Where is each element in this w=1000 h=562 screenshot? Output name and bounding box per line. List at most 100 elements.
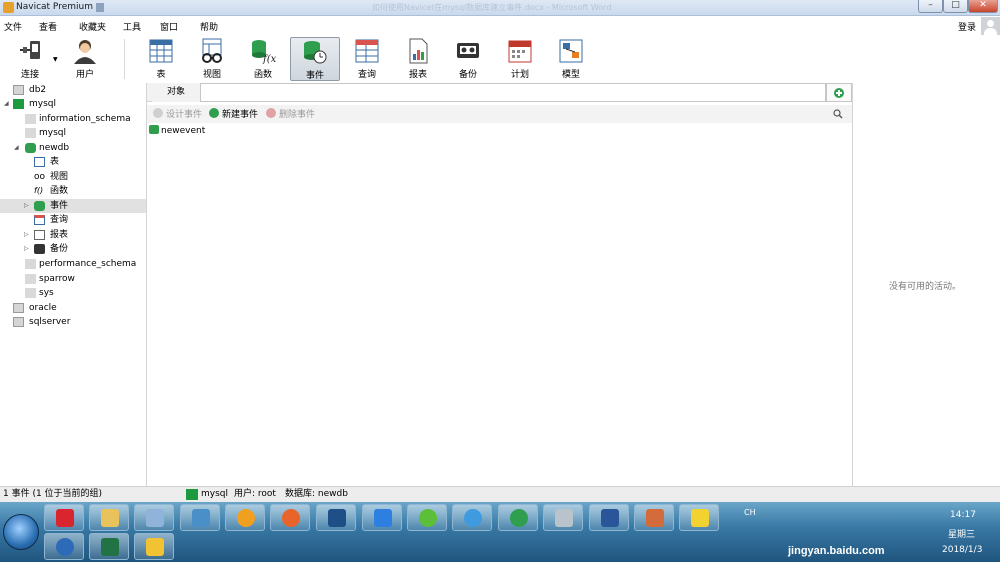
taskbar-app-folder[interactable] — [134, 533, 174, 560]
taskbar-app-refresh[interactable] — [407, 504, 447, 531]
chevron-down-icon[interactable]: ▼ — [53, 56, 58, 63]
report-icon — [34, 230, 45, 240]
background-window-title: 如何使用Navicat在mysql数据库建立事件.docx - Microsof… — [372, 3, 612, 12]
menu-view[interactable]: 查看 — [39, 20, 57, 33]
report-button[interactable]: 报表 — [393, 37, 443, 81]
close-button[interactable]: ✕ — [968, 0, 998, 13]
new-tab-button[interactable] — [826, 83, 852, 102]
oracle-connection-icon — [13, 303, 24, 313]
add-icon — [834, 88, 844, 98]
database-icon — [25, 259, 36, 269]
database-icon — [25, 128, 36, 138]
collapse-triangle-icon[interactable]: ▷ — [24, 228, 29, 242]
tree-item-sys[interactable]: sys — [0, 286, 146, 300]
tree-item-backups[interactable]: ▷ 备份 — [0, 242, 146, 256]
query-button[interactable]: 查询 — [342, 37, 392, 81]
report-icon — [405, 38, 431, 64]
taskbar-app-help-circle[interactable] — [44, 533, 84, 560]
tree-item-mysql-db[interactable]: mysql — [0, 126, 146, 140]
mysql-connection-icon — [186, 489, 198, 500]
view-button[interactable]: 视图 — [187, 37, 237, 81]
taskbar-app-search[interactable] — [225, 504, 265, 531]
function-button[interactable]: f(x) 函数 — [238, 37, 288, 81]
tree-item-db2[interactable]: db2 — [0, 83, 146, 97]
taskbar-app-calculator[interactable] — [543, 504, 583, 531]
clock-day: 星期三 — [948, 530, 976, 540]
taskbar-app-word[interactable] — [589, 504, 629, 531]
minimize-button[interactable]: – — [918, 0, 943, 13]
title-bar: Navicat Premium 如何使用Navicat在mysql数据库建立事件… — [0, 0, 1000, 16]
tree-item-performance-schema[interactable]: performance_schema — [0, 257, 146, 271]
connect-button[interactable]: 连接 — [5, 37, 55, 81]
taskbar-app-ie[interactable] — [452, 504, 492, 531]
tree-item-reports[interactable]: ▷ 报表 — [0, 228, 146, 242]
taskbar-app-explorer[interactable] — [89, 504, 129, 531]
search-icon[interactable] — [833, 109, 843, 119]
object-filter-input[interactable] — [200, 83, 826, 102]
db2-connection-icon — [13, 85, 24, 95]
table-button[interactable]: 表 — [136, 37, 186, 81]
quick-access-icon[interactable] — [96, 3, 104, 12]
taskbar-app-help[interactable] — [679, 504, 719, 531]
tree-item-sparrow[interactable]: sparrow — [0, 272, 146, 286]
database-open-icon — [25, 143, 36, 153]
delete-event-button[interactable]: 删除事件 — [266, 108, 315, 121]
tree-item-views[interactable]: oo 视图 — [0, 170, 146, 184]
user-button[interactable]: 用户 — [60, 37, 110, 81]
table-label: 表 — [156, 70, 166, 80]
tree-item-queries[interactable]: 查询 — [0, 213, 146, 227]
backup-button[interactable]: 备份 — [443, 37, 493, 81]
menu-tools[interactable]: 工具 — [123, 20, 141, 33]
taskbar-app-navicat[interactable] — [634, 504, 674, 531]
plug-icon — [17, 38, 43, 64]
menu-window[interactable]: 窗口 — [160, 20, 178, 33]
object-panel: 对象 设计事件 新建事件 删除事件 newevent — [147, 83, 852, 486]
collapse-triangle-icon[interactable]: ▷ — [24, 242, 29, 256]
tree-item-newdb[interactable]: ◢ newdb — [0, 141, 146, 155]
schedule-button[interactable]: 计划 — [495, 37, 545, 81]
view-icon: oo — [34, 172, 46, 182]
taskbar-app-browser[interactable] — [44, 504, 84, 531]
event-label: 事件 — [305, 71, 324, 81]
tree-item-mysql[interactable]: ◢ mysql — [0, 97, 146, 111]
menu-favorites[interactable]: 收藏夹 — [79, 20, 106, 33]
menu-file[interactable]: 文件 — [4, 20, 22, 33]
tab-objects[interactable]: 对象 — [152, 83, 200, 102]
list-item[interactable]: newevent — [149, 125, 205, 137]
taskbar-app-remote[interactable] — [316, 504, 356, 531]
sqlserver-connection-icon — [13, 317, 24, 327]
new-event-button[interactable]: 新建事件 — [209, 108, 258, 121]
taskbar-app-feather[interactable] — [362, 504, 402, 531]
tree-item-events[interactable]: ▷ 事件 — [0, 199, 146, 213]
model-icon — [558, 38, 584, 64]
input-language[interactable]: CH — [744, 508, 756, 517]
taskbar-app-chrome[interactable] — [498, 504, 538, 531]
login-link[interactable]: 登录 — [958, 20, 976, 33]
tree-item-sqlserver[interactable]: sqlserver — [0, 315, 146, 329]
taskbar-app-excel[interactable] — [89, 533, 129, 560]
taskbar-app-paint[interactable] — [134, 504, 174, 531]
clock-time[interactable]: 14:17 — [950, 510, 976, 520]
tree-item-tables[interactable]: 表 — [0, 155, 146, 169]
maximize-button[interactable]: □ — [943, 0, 968, 13]
tab-bar: 对象 — [147, 83, 852, 102]
table-icon — [34, 157, 45, 167]
expand-triangle-icon[interactable]: ◢ — [14, 141, 19, 155]
collapse-triangle-icon[interactable]: ▷ — [24, 199, 29, 213]
function-icon: f(x) — [250, 38, 280, 65]
design-event-button[interactable]: 设计事件 — [153, 108, 202, 121]
expand-triangle-icon[interactable]: ◢ — [4, 97, 9, 111]
event-icon — [34, 201, 45, 211]
tree-item-information-schema[interactable]: information_schema — [0, 112, 146, 126]
status-user: 用户: root — [234, 489, 276, 499]
start-button[interactable] — [3, 514, 39, 550]
taskbar-app-firefox[interactable] — [270, 504, 310, 531]
taskbar-app-notebook[interactable] — [180, 504, 220, 531]
event-button[interactable]: 事件 — [290, 37, 340, 81]
avatar[interactable] — [981, 17, 1000, 36]
menu-help[interactable]: 帮助 — [200, 20, 218, 33]
report-label: 报表 — [408, 70, 427, 80]
tree-item-functions[interactable]: f() 函数 — [0, 184, 146, 198]
tree-item-oracle[interactable]: oracle — [0, 301, 146, 315]
model-button[interactable]: 模型 — [546, 37, 596, 81]
